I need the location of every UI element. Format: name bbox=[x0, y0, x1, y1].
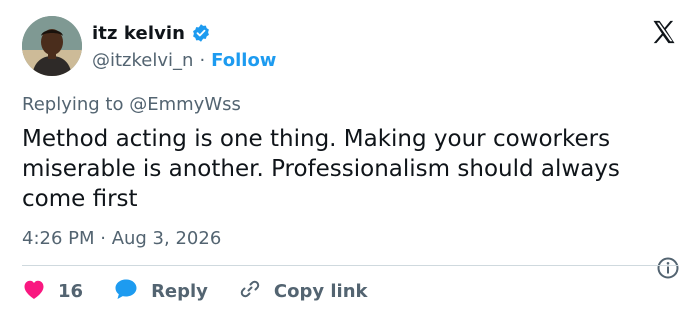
tweet-timestamp[interactable]: 4:26 PM · Aug 3, 2026 bbox=[22, 228, 221, 249]
name-row: itz kelvin bbox=[92, 20, 276, 46]
copy-link-label: Copy link bbox=[273, 280, 368, 302]
info-icon[interactable] bbox=[656, 256, 680, 280]
follow-button[interactable]: Follow bbox=[211, 50, 276, 71]
avatar[interactable] bbox=[22, 16, 82, 76]
replying-prefix: Replying to bbox=[22, 94, 124, 115]
tweet-text: Method acting is one thing. Making your … bbox=[22, 126, 620, 212]
separator: · bbox=[199, 50, 206, 71]
reply-label: Reply bbox=[151, 280, 208, 302]
like-count: 16 bbox=[58, 280, 84, 302]
copy-link-button[interactable]: Copy link bbox=[238, 277, 368, 305]
divider bbox=[22, 265, 678, 266]
heart-icon bbox=[22, 278, 46, 304]
author-info: itz kelvin @itzkelvi_n · Follow bbox=[92, 20, 276, 72]
verified-badge-icon bbox=[191, 23, 211, 43]
action-bar: 16 Reply Copy link bbox=[22, 276, 398, 306]
reply-mention-link[interactable]: @EmmyWss bbox=[129, 94, 241, 115]
handle-row: @itzkelvi_n · Follow bbox=[92, 50, 276, 71]
tweet-card: itz kelvin @itzkelvi_n · Follow Replying… bbox=[0, 0, 700, 318]
display-name[interactable]: itz kelvin bbox=[92, 23, 185, 44]
replying-to: Replying to @EmmyWss bbox=[22, 94, 241, 115]
x-logo-icon[interactable] bbox=[650, 18, 678, 46]
speech-bubble-icon bbox=[113, 277, 139, 305]
link-icon bbox=[238, 277, 262, 305]
reply-button[interactable]: Reply bbox=[113, 277, 208, 305]
like-button[interactable]: 16 bbox=[22, 278, 83, 304]
handle[interactable]: @itzkelvi_n bbox=[92, 50, 193, 71]
